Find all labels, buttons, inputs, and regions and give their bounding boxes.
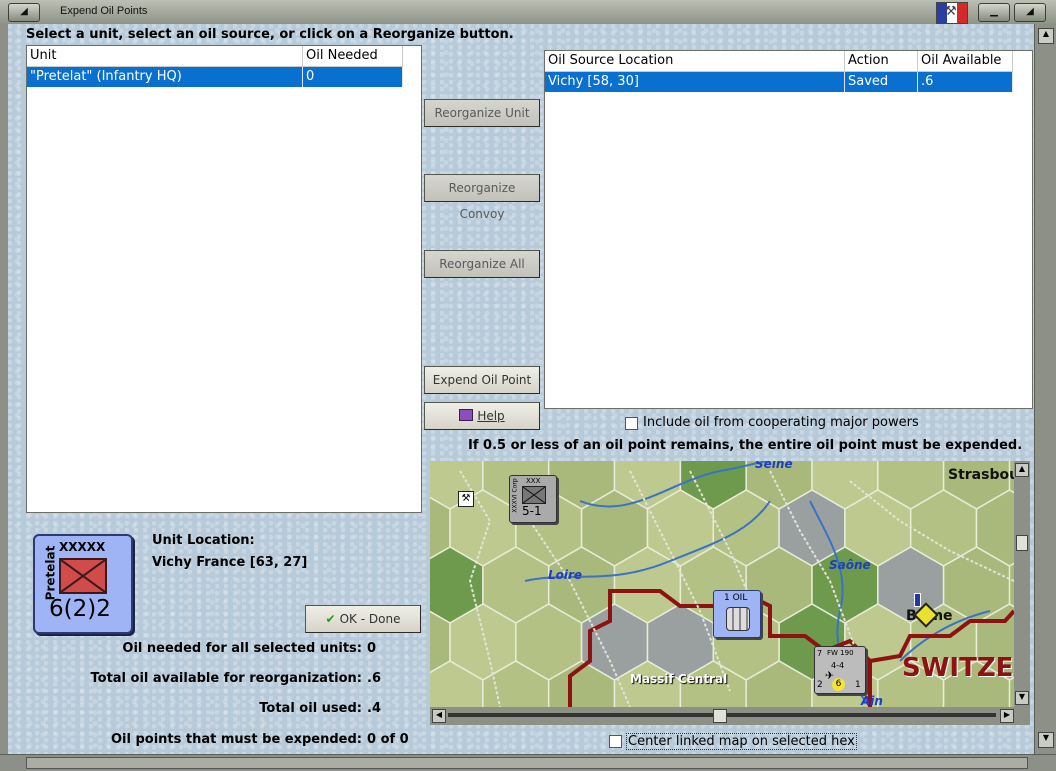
map-label-switzerland: SWITZE <box>902 653 1014 683</box>
flag-marker-icon <box>914 593 921 607</box>
stat-label-total-oil-used: Total oil used: <box>259 701 362 716</box>
title-bar[interactable]: ◢ Expend Oil Points ⚒ ▁ ◢ <box>0 0 1056 25</box>
counter-strength: 6(2)2 <box>49 596 111 622</box>
france-flag-icon: ⚒ <box>936 2 968 24</box>
aircraft-counter-range: 7 <box>817 649 823 658</box>
aircraft-counter[interactable]: 7 FW 190 4-4 ✈ 2 6 1 <box>814 646 866 694</box>
map-label-seine: Seine <box>755 461 793 471</box>
horizontal-scrollbar[interactable] <box>0 754 1056 771</box>
map-label-saone: Saône <box>829 558 871 572</box>
map-vertical-thumb[interactable] <box>1016 535 1028 551</box>
oil-expend-note: If 0.5 or less of an oil point remains, … <box>468 438 1023 453</box>
corps-counter[interactable]: XXX XXXVI Corp 5-1 <box>509 475 557 523</box>
scroll-right-arrow-icon[interactable]: ▶ <box>1000 709 1014 723</box>
corps-counter-strength: 5-1 <box>522 504 542 518</box>
stat-value-oil-points-expended: 0 of 0 <box>367 732 409 747</box>
ok-done-label: OK - Done <box>339 612 401 626</box>
stat-value-total-oil-available: .6 <box>367 671 381 686</box>
center-linked-map-checkbox[interactable] <box>609 735 622 748</box>
aircraft-counter-bl: 2 <box>817 680 823 690</box>
stat-value-oil-needed: 0 <box>367 641 377 656</box>
column-header-oil-needed[interactable]: Oil Needed <box>303 46 403 66</box>
map-label-massif-central: Massif Central <box>630 672 728 686</box>
minimize-button[interactable]: ▁ <box>978 3 1010 22</box>
scroll-up-arrow-icon[interactable]: ▲ <box>1015 463 1029 477</box>
instruction-text: Select a unit, select an oil source, or … <box>26 27 514 42</box>
unit-cell: "Pretelat" (Infantry HQ) <box>27 67 303 87</box>
scroll-up-arrow-icon[interactable]: ▲ <box>1038 28 1054 44</box>
oil-source-location-cell: Vichy [58, 30] <box>545 72 845 92</box>
aircraft-counter-type: FW 190 <box>827 649 854 657</box>
column-header-unit[interactable]: Unit <box>27 46 303 66</box>
oil-sources-table[interactable]: Oil Source Location Action Oil Available… <box>544 50 1033 409</box>
stat-label-total-oil-available: Total oil available for reorganization: <box>90 671 363 686</box>
aircraft-counter-br: 1 <box>855 680 861 690</box>
aircraft-counter-badge: 6 <box>832 678 845 691</box>
stat-label-oil-points-expended: Oil points that must be expended: <box>110 732 362 747</box>
help-button[interactable]: Help <box>424 402 540 430</box>
left-border <box>0 24 8 754</box>
oil-available-cell: .6 <box>918 72 1013 92</box>
map-label-loire: Loire <box>548 568 583 582</box>
map-label-ain: Ain <box>861 694 883 707</box>
counter-unit-name: Pretelat <box>43 545 58 601</box>
mine-resource-icon: ⚒ <box>458 491 474 507</box>
stat-value-total-oil-used: .4 <box>367 701 381 716</box>
map-horizontal-scrollbar[interactable]: ◀ ▶ <box>430 707 1030 725</box>
units-table-header: Unit Oil Needed <box>27 46 403 67</box>
vertical-scrollbar[interactable]: ▲ ▼ <box>1034 24 1056 754</box>
center-linked-map-label[interactable]: Center linked map on selected hex <box>626 733 857 750</box>
corps-counter-size: XXX <box>526 477 541 485</box>
oil-counter[interactable]: 1 OIL <box>713 590 761 638</box>
help-label: Help <box>477 409 505 423</box>
oil-needed-cell: 0 <box>303 67 403 87</box>
map-label-strasbourg: Strasbou <box>948 467 1014 483</box>
scroll-down-arrow-icon[interactable]: ▼ <box>1015 691 1029 705</box>
unit-location-value: Vichy France [63, 27] <box>152 555 308 570</box>
oil-counter-label: 1 OIL <box>724 593 748 603</box>
checkmark-icon: ✔ <box>325 612 336 626</box>
column-header-oil-source-location[interactable]: Oil Source Location <box>545 51 845 71</box>
infantry-symbol-icon <box>59 558 107 594</box>
stat-label-oil-needed: Oil needed for all selected units: <box>122 641 362 656</box>
reorganize-convoy-button[interactable]: Reorganize Convoy <box>424 174 540 221</box>
book-icon <box>459 409 474 421</box>
maximize-button[interactable]: ◢ <box>1014 3 1046 22</box>
system-menu-button[interactable]: ◢ <box>8 3 40 22</box>
unit-counter[interactable]: Pretelat XXXXX 6(2)2 <box>33 534 133 634</box>
window-title: Expend Oil Points <box>60 5 148 17</box>
column-header-oil-available[interactable]: Oil Available <box>918 51 1013 71</box>
column-header-action[interactable]: Action <box>845 51 918 71</box>
scroll-down-arrow-icon[interactable]: ▼ <box>1038 732 1054 748</box>
map-horizontal-thumb[interactable] <box>713 709 727 723</box>
unit-location-label: Unit Location: <box>152 533 255 548</box>
corps-counter-name: XXXVI Corp <box>511 478 519 513</box>
oil-barrels-icon <box>726 607 750 631</box>
horizontal-scroll-track[interactable] <box>26 757 1028 769</box>
ok-done-button[interactable]: ✔ OK - Done <box>305 605 421 633</box>
infantry-symbol-icon <box>522 486 546 504</box>
reorganize-unit-button[interactable]: Reorganize Unit <box>424 99 540 127</box>
include-cooperating-checkbox[interactable] <box>625 417 638 430</box>
sources-table-header: Oil Source Location Action Oil Available <box>545 51 1013 72</box>
table-row[interactable]: "Pretelat" (Infantry HQ) 0 <box>27 67 403 87</box>
reorganize-all-button[interactable]: Reorganize All <box>424 250 540 278</box>
linked-map[interactable]: Seine Loire Saône Ain Strasbou Berne Mas… <box>430 461 1014 707</box>
scroll-left-arrow-icon[interactable]: ◀ <box>432 709 446 723</box>
table-row[interactable]: Vichy [58, 30] Saved .6 <box>545 72 1013 92</box>
map-vertical-scrollbar[interactable]: ▲ ▼ <box>1014 461 1030 707</box>
include-cooperating-label[interactable]: Include oil from cooperating major power… <box>643 415 919 430</box>
action-cell: Saved <box>845 72 918 92</box>
units-table[interactable]: Unit Oil Needed "Pretelat" (Infantry HQ)… <box>26 45 422 513</box>
expend-oil-point-button[interactable]: Expend Oil Point <box>424 366 540 394</box>
counter-unit-size: XXXXX <box>59 540 106 554</box>
